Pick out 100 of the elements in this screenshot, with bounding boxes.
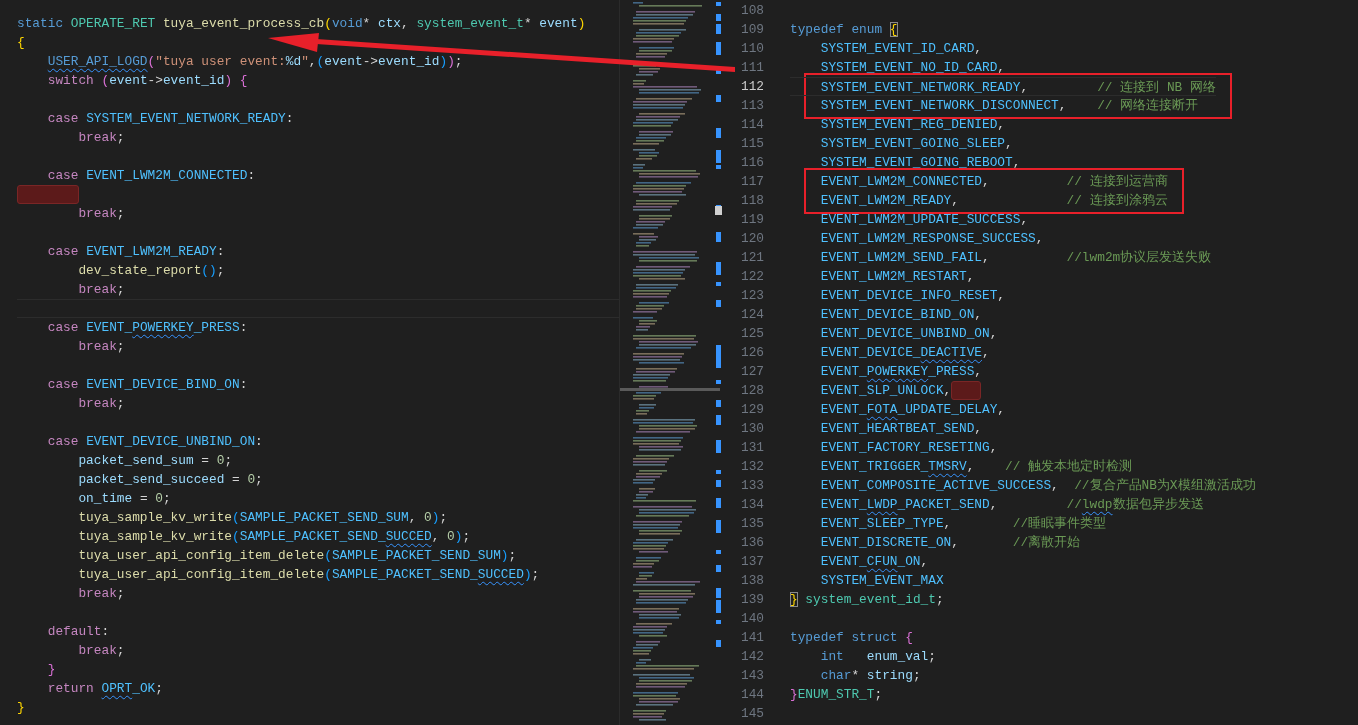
line-number: 129 <box>739 401 764 419</box>
code-line: EVENT_LWM2M_CONNECTED, // 连接到运营商 <box>819 173 1168 191</box>
code-line: int enum_val; <box>819 648 937 666</box>
line-number: 110 <box>739 40 764 58</box>
line-number: 124 <box>739 306 764 324</box>
code-line: EVENT_CFUN_ON, <box>819 553 930 571</box>
line-number: 120 <box>739 230 764 248</box>
line-number: 145 <box>739 705 764 723</box>
code-line: } <box>17 699 26 717</box>
line-number: 122 <box>739 268 764 286</box>
code-line: EVENT_LWM2M_RESTART, <box>819 268 976 286</box>
code-line: case EVENT_LWM2M_READY: <box>46 243 226 261</box>
code-line: break; <box>77 395 126 413</box>
code-line: EVENT_LWM2M_READY, // 连接到涂鸦云 <box>819 192 1168 210</box>
line-number: 136 <box>739 534 764 552</box>
line-number: 115 <box>739 135 764 153</box>
code-line: switch (event->event_id) { <box>46 72 249 90</box>
code-line: SYSTEM_EVENT_MAX <box>819 572 945 590</box>
line-number: 132 <box>739 458 764 476</box>
line-number: 125 <box>739 325 764 343</box>
code-line: char* string; <box>819 667 922 685</box>
code-line: packet_send_sum = 0; <box>77 452 234 470</box>
line-number: 119 <box>739 211 764 229</box>
code-line: EVENT_LWM2M_SEND_FAIL, //lwm2m协议层发送失败 <box>819 249 1213 267</box>
code-line: break; <box>77 585 126 603</box>
code-line: SYSTEM_EVENT_NETWORK_DISCONNECT, // 网络连接断开 <box>819 97 1200 115</box>
line-number: 114 <box>739 116 764 134</box>
code-line: EVENT_FOTA_UPDATE_DELAY, <box>819 401 1007 419</box>
line-number: 143 <box>739 667 764 685</box>
line-number: 128 <box>739 382 764 400</box>
code-line: EVENT_DEVICE_BIND_ON, <box>819 306 983 324</box>
code-line: tuya_user_api_config_item_delete(SAMPLE_PACKET_SEND_SUM); <box>77 547 518 565</box>
code-line: case EVENT_DEVICE_BIND_ON: <box>46 376 249 394</box>
code-line: tuya_user_api_config_item_delete(SAMPLE_PACKET_SEND_SUCCED); <box>77 566 541 584</box>
code-line: } <box>46 661 57 679</box>
code-line: EVENT_SLEEP_TYPE, //睡眠事件类型 <box>819 515 1108 533</box>
line-number: 144 <box>739 686 764 704</box>
code-line: SYSTEM_EVENT_ID_CARD, <box>819 40 983 58</box>
code-line: EVENT_DEVICE_UNBIND_ON, <box>819 325 999 343</box>
code-line: EVENT_DISCRETE_ON, //离散开始 <box>819 534 1082 552</box>
code-line: EVENT_DEVICE_DEACTIVE, <box>819 344 991 362</box>
code-line: SYSTEM_EVENT_GOING_SLEEP, <box>819 135 1014 153</box>
line-number: 139 <box>739 591 764 609</box>
code-line: typedef enum { <box>790 21 899 39</box>
code-line: SYSTEM_EVENT_GOING_REBOOT, <box>819 154 1022 172</box>
code-line: SYSTEM_EVENT_NO_ID_CARD, <box>819 59 1007 77</box>
code-line: case SYSTEM_EVENT_NETWORK_READY: <box>46 110 295 128</box>
code-line: EVENT_SLP_UNLOCK, <box>790 381 1358 400</box>
code-line: tuya_sample_kv_write(SAMPLE_PACKET_SEND_SUM, 0); <box>77 509 449 527</box>
line-number: 135 <box>739 515 764 533</box>
code-line: break; <box>77 129 126 147</box>
code-line: tuya_sample_kv_write(SAMPLE_PACKET_SEND_SUCCED, 0); <box>77 528 472 546</box>
line-number: 142 <box>739 648 764 666</box>
line-number: 126 <box>739 344 764 362</box>
code-line: break; <box>77 338 126 356</box>
line-number: 123 <box>739 287 764 305</box>
code-line: case EVENT_DEVICE_UNBIND_ON: <box>46 433 264 451</box>
code-line: break; <box>77 205 126 223</box>
code-line: }ENUM_STR_T; <box>790 686 884 704</box>
code-line: on_time = 0; <box>77 490 172 508</box>
line-number: 113 <box>739 97 764 115</box>
code-line: dev_state_report(); <box>77 262 226 280</box>
code-line: break; <box>77 281 126 299</box>
code-line: case EVENT_POWERKEY_PRESS: <box>46 319 249 337</box>
code-line: EVENT_POWERKEY_PRESS, <box>819 363 983 381</box>
line-number: 130 <box>739 420 764 438</box>
line-number: 133 <box>739 477 764 495</box>
code-line: EVENT_HEARTBEAT_SEND, <box>819 420 983 438</box>
code-line: packet_send_succeed = 0; <box>77 471 264 489</box>
line-number: 118 <box>739 192 764 210</box>
code-line: EVENT_DEVICE_INFO_RESET, <box>819 287 1007 305</box>
line-number: 131 <box>739 439 764 457</box>
code-line: SYSTEM_EVENT_REG_DENIED, <box>819 116 1007 134</box>
line-number: 117 <box>739 173 764 191</box>
line-number: 112 <box>739 78 764 96</box>
code-line: SYSTEM_EVENT_NETWORK_READY, // 连接到 NB 网络 <box>790 77 1216 96</box>
code-line: EVENT_COMPOSITE_ACTIVE_SUCCESS, //复合产品NB为X模组激活成功 <box>819 477 1257 495</box>
code-line: static OPERATE_RET tuya_event_process_cb(void* ctx, system_event_t* event) <box>17 15 587 33</box>
code-line: case EVENT_LWM2M_CONNECTED: <box>46 167 257 185</box>
code-line: USER_API_LOGD("tuya user event:%d",(event->event_id)); <box>46 53 464 71</box>
line-number: 111 <box>739 59 764 77</box>
code-line: } system_event_id_t; <box>790 591 945 609</box>
code-line: EVENT_FACTORY_RESETING, <box>819 439 999 457</box>
line-number: 109 <box>739 21 764 39</box>
code-line: EVENT_TRIGGER_TMSRV, // 触发本地定时检测 <box>819 458 1134 476</box>
line-number: 141 <box>739 629 764 647</box>
code-line: EVENT_LWM2M_UPDATE_SUCCESS, <box>819 211 1030 229</box>
line-number: 108 <box>739 2 764 20</box>
line-number: 140 <box>739 610 764 628</box>
line-number: 134 <box>739 496 764 514</box>
line-number: 121 <box>739 249 764 267</box>
code-line: EVENT_LWM2M_RESPONSE_SUCCESS, <box>819 230 1045 248</box>
code-line: { <box>17 34 26 52</box>
line-number: 116 <box>739 154 764 172</box>
line-number: 138 <box>739 572 764 590</box>
code-line: EVENT_LWDP_PACKET_SEND, //lwdp数据包异步发送 <box>819 496 1205 514</box>
code-line: return OPRT_OK; <box>46 680 164 698</box>
code-line: typedef struct { <box>790 629 914 647</box>
line-number: 127 <box>739 363 764 381</box>
line-number: 137 <box>739 553 764 571</box>
